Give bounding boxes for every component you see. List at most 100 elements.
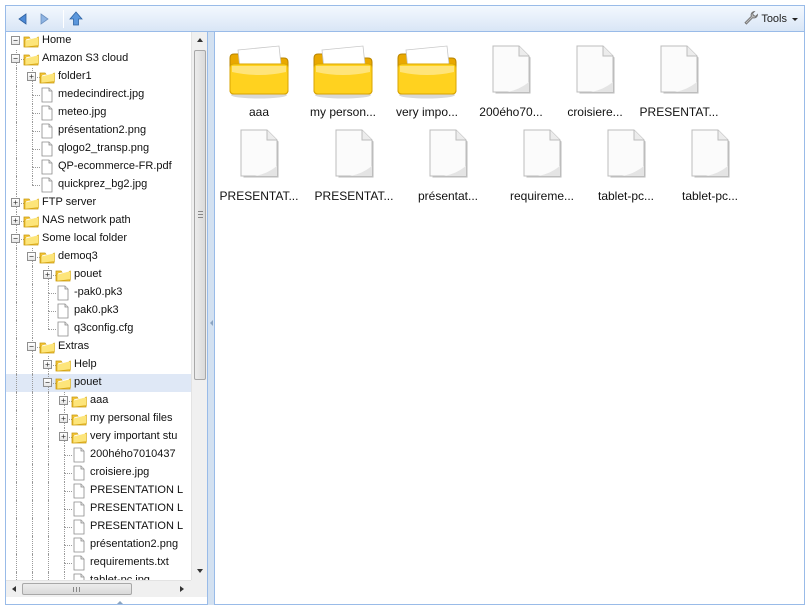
- tree-guide-line: [8, 122, 24, 140]
- item-label: aaa: [248, 105, 270, 119]
- collapse-toggle-icon[interactable]: −: [27, 252, 36, 261]
- tree-node-label: NAS network path: [42, 214, 131, 226]
- item-label: présentat...: [417, 189, 479, 203]
- collapse-arrow-icon[interactable]: [210, 320, 213, 326]
- expand-toggle-icon[interactable]: +: [43, 360, 52, 369]
- item-label: PRESENTAT...: [314, 189, 394, 203]
- scroll-up-arrow-icon[interactable]: [192, 32, 207, 48]
- file-item[interactable]: tablet-pc...: [668, 124, 752, 204]
- item-label: tablet-pc...: [597, 189, 655, 203]
- expand-toggle-icon[interactable]: +: [11, 216, 20, 225]
- folder-item[interactable]: aaa: [217, 40, 301, 120]
- expand-toggle-icon[interactable]: +: [59, 432, 68, 441]
- tree-connector-line: [24, 140, 40, 158]
- file-item[interactable]: croisiere...: [553, 40, 637, 120]
- tree-file-node[interactable]: requirements.txt: [6, 554, 191, 572]
- tree-folder-node[interactable]: − pouet: [6, 374, 191, 392]
- tree-folder-node[interactable]: − Extras: [6, 338, 191, 356]
- folder-item[interactable]: very impo...: [385, 40, 469, 120]
- tree-file-node[interactable]: q3config.cfg: [6, 320, 191, 338]
- file-large-icon: [312, 124, 396, 186]
- tree-guide-line: [8, 320, 24, 338]
- tree-file-node[interactable]: présentation2.png: [6, 122, 191, 140]
- file-item[interactable]: PRESENTAT...: [312, 124, 396, 204]
- tree-file-node[interactable]: tablet-pc.jpg: [6, 572, 191, 580]
- tree-file-node[interactable]: croisiere.jpg: [6, 464, 191, 482]
- file-item[interactable]: présentat...: [406, 124, 490, 204]
- tree-folder-node[interactable]: − Home: [6, 32, 191, 50]
- tree-folder-node[interactable]: + my personal files: [6, 410, 191, 428]
- tree-node-label: meteo.jpg: [58, 106, 107, 118]
- tree-node-label: very important stu: [90, 430, 178, 442]
- tree-horizontal-scrollbar[interactable]: [6, 580, 191, 597]
- tree-file-node[interactable]: meteo.jpg: [6, 104, 191, 122]
- collapse-toggle-icon[interactable]: −: [43, 378, 52, 387]
- expand-toggle-icon[interactable]: +: [43, 270, 52, 279]
- tree-folder-node[interactable]: + pouet: [6, 266, 191, 284]
- folder-up-icon[interactable]: [68, 11, 84, 27]
- tree-node-label: Home: [42, 34, 72, 46]
- tree-file-node[interactable]: quickprez_bg2.jpg: [6, 176, 191, 194]
- file-item[interactable]: PRESENTAT...: [217, 124, 301, 204]
- tree-file-node[interactable]: QP-ecommerce-FR.pdf: [6, 158, 191, 176]
- expand-toggle-icon[interactable]: +: [59, 414, 68, 423]
- tree-folder-node[interactable]: + aaa: [6, 392, 191, 410]
- tools-menu-button[interactable]: Tools: [743, 10, 798, 28]
- tree-connector-line: [40, 320, 56, 338]
- collapse-toggle-icon[interactable]: −: [27, 342, 36, 351]
- tree-file-node[interactable]: PRESENTATION L: [6, 500, 191, 518]
- expand-toggle-icon[interactable]: +: [59, 396, 68, 405]
- file-item[interactable]: tablet-pc...: [584, 124, 668, 204]
- tree-folder-node[interactable]: − Some local folder: [6, 230, 191, 248]
- tree-folder-node[interactable]: + very important stu: [6, 428, 191, 446]
- arrow-right-icon[interactable]: [36, 11, 52, 27]
- tree-file-node[interactable]: présentation2.png: [6, 536, 191, 554]
- scroll-right-arrow-icon[interactable]: [174, 581, 190, 597]
- tree-guide-line: [8, 140, 24, 158]
- tree-node-label: folder1: [58, 70, 92, 82]
- tree-file-node[interactable]: 200hého7010437: [6, 446, 191, 464]
- tree-guide-line: [8, 104, 24, 122]
- collapse-toggle-icon[interactable]: −: [11, 36, 20, 45]
- tree-guide-line: [40, 572, 56, 580]
- expand-arrow-icon[interactable]: [117, 601, 123, 604]
- tree-folder-node[interactable]: + Help: [6, 356, 191, 374]
- file-item[interactable]: requireme...: [500, 124, 584, 204]
- collapse-toggle-icon[interactable]: −: [11, 234, 20, 243]
- tree-vertical-scrollbar[interactable]: [191, 32, 207, 580]
- folder-item[interactable]: my person...: [301, 40, 385, 120]
- file-icon: [39, 177, 55, 193]
- tree-guide-line: [40, 554, 56, 572]
- tree-file-node[interactable]: -pak0.pk3: [6, 284, 191, 302]
- folder-icon: [71, 393, 87, 409]
- tree-vertical-scroll-thumb[interactable]: [194, 50, 206, 380]
- tree-folder-node[interactable]: + FTP server: [6, 194, 191, 212]
- item-label: PRESENTAT...: [219, 189, 299, 203]
- tree-guide-line: [8, 518, 24, 536]
- tree-folder-node[interactable]: − demoq3: [6, 248, 191, 266]
- file-large-icon: [637, 40, 721, 102]
- scroll-down-arrow-icon[interactable]: [192, 563, 207, 579]
- tree-file-node[interactable]: PRESENTATION L: [6, 518, 191, 536]
- tree-horizontal-scroll-thumb[interactable]: [22, 583, 132, 595]
- file-item[interactable]: PRESENTAT...: [637, 40, 721, 120]
- tree-folder-node[interactable]: − Amazon S3 cloud: [6, 50, 191, 68]
- tree-file-node[interactable]: pak0.pk3: [6, 302, 191, 320]
- tree-node-label: pak0.pk3: [74, 304, 119, 316]
- tree-folder-node[interactable]: + NAS network path: [6, 212, 191, 230]
- tree-connector-line: [56, 482, 72, 500]
- tree-connector-line: [24, 158, 40, 176]
- expand-toggle-icon[interactable]: +: [11, 198, 20, 207]
- arrow-left-icon[interactable]: [15, 11, 31, 27]
- tree-file-node[interactable]: PRESENTATION L: [6, 482, 191, 500]
- scroll-left-arrow-icon[interactable]: [6, 581, 22, 597]
- tree-folder-node[interactable]: + folder1: [6, 68, 191, 86]
- tree-guide-line: [40, 392, 56, 410]
- expand-toggle-icon[interactable]: +: [27, 72, 36, 81]
- file-item[interactable]: 200ého70...: [469, 40, 553, 120]
- tree-connector-line: [56, 464, 72, 482]
- tree-file-node[interactable]: qlogo2_transp.png: [6, 140, 191, 158]
- tree-connector-line: [24, 104, 40, 122]
- tree-file-node[interactable]: medecindirect.jpg: [6, 86, 191, 104]
- collapse-toggle-icon[interactable]: −: [11, 54, 20, 63]
